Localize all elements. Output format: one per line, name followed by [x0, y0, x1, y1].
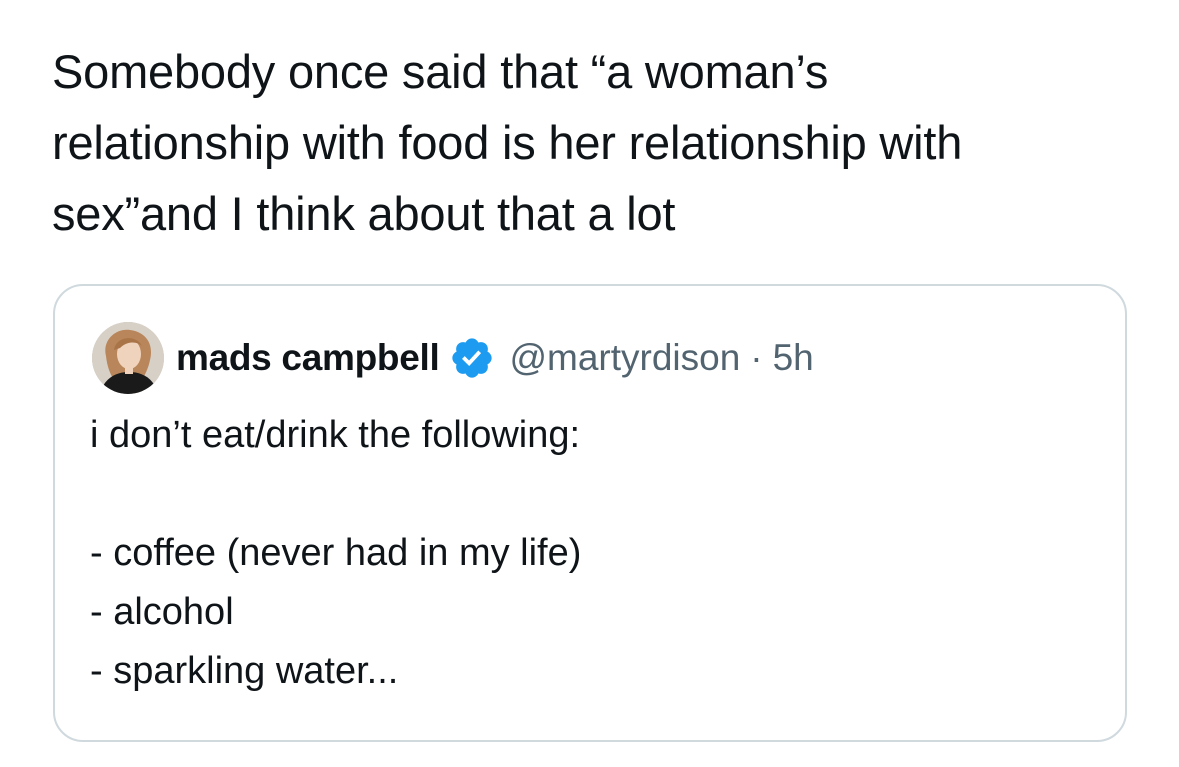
quoted-tweet-line: - sparkling water...	[90, 650, 399, 692]
quoted-tweet-line	[90, 465, 1090, 524]
display-name[interactable]: mads campbell	[176, 337, 440, 379]
user-handle[interactable]: @martyrdison	[509, 337, 740, 379]
quoted-tweet-line: - coffee (never had in my life)	[90, 532, 582, 574]
quoted-tweet-text: i don’t eat/drink the following: - coffe…	[90, 406, 1090, 701]
timestamp[interactable]: 5h	[773, 337, 814, 379]
tweet-text-line: Somebody once said that “a woman’s	[52, 45, 829, 98]
tweet-text: Somebody once said that “a woman’s relat…	[52, 36, 1142, 249]
quoted-tweet-card[interactable]: mads campbell @martyrdison · 5h i don’t …	[53, 284, 1127, 742]
tweet-text-line: relationship with food is her relationsh…	[52, 116, 963, 169]
quoted-tweet-header: mads campbell @martyrdison · 5h	[92, 322, 814, 394]
tweet-text-line: sex”and I think about that a lot	[52, 187, 676, 240]
dot-separator: ·	[750, 337, 763, 378]
quoted-tweet-line: i don’t eat/drink the following:	[90, 414, 581, 456]
avatar[interactable]	[92, 322, 164, 394]
avatar-image	[92, 322, 164, 394]
verified-badge-icon	[449, 335, 495, 381]
quoted-tweet-line: - alcohol	[90, 591, 234, 633]
